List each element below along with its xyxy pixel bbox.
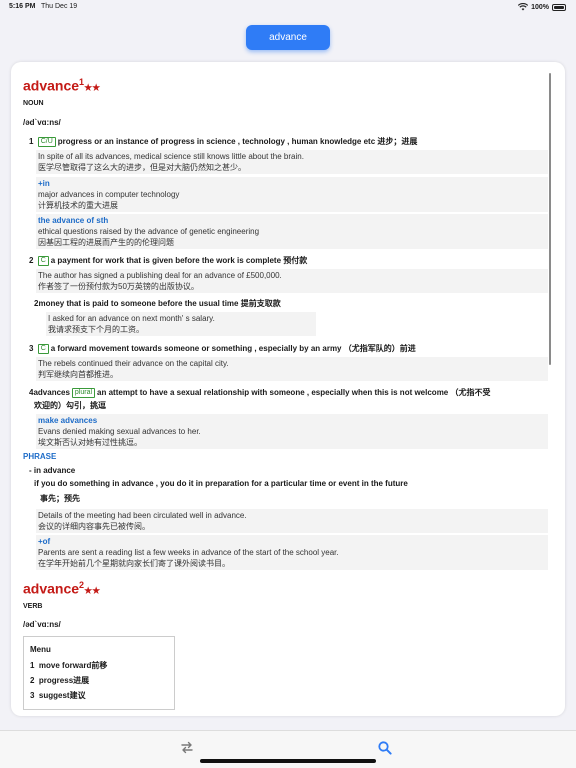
sense-menu: Menu 1 move forward前移 2 progress进展 3 sug…	[23, 636, 175, 710]
example-box: +in major advances in computer technolog…	[36, 177, 548, 212]
headword-text: advance	[23, 580, 80, 597]
grammar-badge: C	[37, 344, 49, 354]
example-zh: 判军继续向首都推进。	[38, 370, 118, 379]
example-box: +of Parents are sent a reading list a fe…	[36, 535, 548, 570]
collocation: the advance of sth	[38, 216, 109, 225]
menu-title: Menu	[30, 645, 51, 654]
frequency-stars: ★★	[84, 82, 101, 93]
example-en: Parents are sent a reading list a few we…	[38, 548, 339, 557]
menu-item-number: 3	[30, 691, 35, 700]
search-word-button[interactable]: advance	[246, 25, 330, 50]
menu-item-number: 1	[30, 661, 35, 670]
sense-number: 1	[29, 137, 34, 146]
sense-3: 3 Ca forward movement towards someone or…	[29, 343, 416, 354]
wifi-icon	[518, 3, 529, 11]
grammar-badge: C/U	[37, 137, 56, 147]
collocation: +in	[38, 179, 50, 188]
example-zh: 在学年开始前几个星期就向家长们寄了课外阅读书目。	[38, 559, 230, 568]
sub-sense-2: 2money that is paid to someone before th…	[34, 298, 281, 309]
example-box: In spite of all its advances, medical sc…	[36, 150, 548, 174]
menu-item-number: 2	[30, 676, 35, 685]
home-indicator	[200, 759, 376, 763]
example-box: I asked for an advance on next month' s …	[46, 312, 316, 336]
example-zh: 因基因工程的进展而产生的的伦理问题	[38, 238, 174, 247]
menu-item-label: progress进展	[38, 676, 90, 685]
headword-1: advance1★★	[23, 77, 100, 94]
status-time: 5:16 PM	[9, 3, 36, 10]
status-bar: 5:16 PM Thu Dec 19 100%	[0, 0, 576, 16]
example-zh: 计算机技术的重大进展	[38, 201, 118, 210]
example-zh: 会议的详细内容事先已被传阅。	[38, 522, 150, 531]
example-en: The rebels continued their advance on th…	[38, 359, 229, 368]
example-zh: 埃文斯否认对她有过性挑逗。	[38, 438, 142, 447]
phrase-title: - in advance	[29, 466, 76, 475]
sense-number: 2	[29, 256, 34, 265]
example-zh: 医学尽管取得了这么大的进步，但是对大脑仍然知之甚少。	[38, 163, 246, 172]
example-en: major advances in computer technology	[38, 190, 180, 199]
grammar-badge: plural	[71, 388, 96, 398]
sense-lead: advances	[33, 388, 70, 397]
part-of-speech: NOUN	[23, 100, 44, 107]
example-box: The author has signed a publishing deal …	[36, 269, 548, 293]
example-en: Details of the meeting had been circulat…	[38, 511, 247, 520]
sense-2: 2 Ca payment for work that is given befo…	[29, 255, 307, 266]
example-en: In spite of all its advances, medical sc…	[38, 152, 304, 161]
phrase-heading: PHRASE	[23, 452, 57, 461]
headword-2: advance2★★	[23, 580, 100, 597]
menu-item-label: move forward前移	[38, 661, 108, 670]
collocation: make advances	[38, 416, 98, 425]
sense-1: 1 C/U progress or an instance of progress…	[29, 136, 417, 147]
status-date: Thu Dec 19	[41, 3, 78, 10]
scrollbar[interactable]	[549, 73, 551, 365]
example-en: The author has signed a publishing deal …	[38, 271, 282, 280]
part-of-speech: VERB	[23, 603, 43, 610]
example-box: The rebels continued their advance on th…	[36, 357, 548, 381]
frequency-stars: ★★	[84, 585, 101, 596]
swap-icon[interactable]	[181, 741, 193, 754]
headword-text: advance	[23, 77, 80, 94]
sense-4: 4advances plural an attempt to have a sexu…	[29, 387, 490, 398]
sense-definition: an attempt to have a sexual relationship…	[97, 388, 491, 397]
battery-percent: 100%	[531, 3, 549, 11]
collocation: +of	[38, 537, 51, 546]
battery-icon	[552, 3, 566, 11]
phrase-definition: if you do something in advance , you do …	[34, 479, 408, 488]
sense-definition: progress or an instance of progress in s…	[57, 137, 418, 146]
sense-definition: money that is paid to someone before the…	[38, 299, 281, 308]
example-zh: 作者签了一份预付款为50万英镑的出版协议。	[38, 282, 199, 291]
menu-item-1[interactable]: 1 move forward前移	[30, 660, 107, 671]
example-box: the advance of sth ethical questions rai…	[36, 214, 548, 249]
example-box: make advances Evans denied making sexual…	[36, 414, 548, 449]
status-right: 100%	[518, 3, 566, 11]
example-en: I asked for an advance on next month' s …	[48, 314, 215, 323]
sense-definition: a payment for work that is given before …	[50, 256, 308, 265]
pronunciation: /əd`vɑ:ns/	[23, 620, 61, 629]
menu-item-label: suggest建议	[38, 691, 86, 700]
pronunciation: /əd`vɑ:ns/	[23, 118, 61, 127]
menu-item-3[interactable]: 3 suggest建议	[30, 690, 86, 701]
example-en: ethical questions raised by the advance …	[38, 227, 260, 236]
example-zh: 我请求预支下个月的工资。	[48, 325, 144, 334]
menu-item-2[interactable]: 2 progress进展	[30, 675, 89, 686]
example-en: Evans denied making sexual advances to h…	[38, 427, 201, 436]
phrase-translation: 事先；预先	[40, 494, 80, 503]
sense-4-continued: 欢迎的）勾引，挑逗	[34, 401, 106, 410]
search-icon[interactable]	[378, 741, 392, 755]
sense-definition: a forward movement towards someone or so…	[50, 344, 416, 353]
grammar-badge: C	[37, 256, 49, 266]
sense-number: 3	[29, 344, 34, 353]
example-box: Details of the meeting had been circulat…	[36, 509, 548, 533]
